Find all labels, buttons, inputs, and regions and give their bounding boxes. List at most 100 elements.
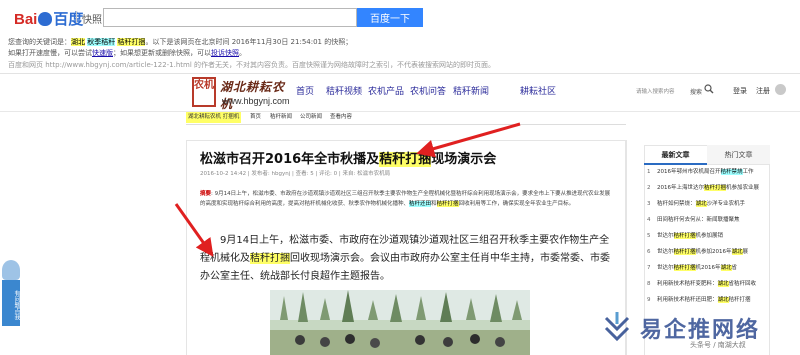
baidu-logo-suffix: 百度 xyxy=(53,11,84,28)
item-keyword: 秸秆禁烧 xyxy=(720,169,743,175)
title-text: 松滋市召开2016年全市秋播及 xyxy=(200,152,380,167)
item-text: 沙洋专业农机手 xyxy=(706,201,746,207)
item-text: 利用新技术秸秆变肥料： xyxy=(657,281,718,287)
item-number: 1 xyxy=(647,169,651,175)
baidu-search-button[interactable]: 百度一下 xyxy=(357,8,423,27)
breadcrumb-divider xyxy=(186,124,626,125)
body-keyword-highlight: 秸秆打捆 xyxy=(250,253,290,264)
header-divider xyxy=(76,11,77,23)
register-link[interactable]: 注册 xyxy=(756,86,770,96)
snapshot-notice-links: 如果打开速度慢，可以尝试快速版；如果想更新或删除快照，可以投诉快照。 xyxy=(8,48,246,58)
baidu-paw-icon xyxy=(38,12,53,26)
keyword-highlight: 秋季秸秆 xyxy=(87,38,116,46)
report-snapshot-link[interactable]: 投诉快照 xyxy=(211,49,239,57)
item-keyword: 秸秆打捆 xyxy=(673,249,696,255)
list-item[interactable]: 4 田间秸秆何去何从：新闻联播聚焦 xyxy=(647,215,769,226)
baidu-search-input[interactable] xyxy=(103,8,357,27)
nav-home[interactable]: 首页 xyxy=(296,84,314,97)
support-agent-icon xyxy=(2,260,20,280)
item-text: 机参加农业展 xyxy=(726,185,760,191)
item-text: 省 xyxy=(731,265,738,271)
breadcrumb-current: 查看内容 xyxy=(330,114,353,120)
title-keyword-highlight: 秸秆打捆 xyxy=(379,152,432,167)
item-text: 2016年上海世达尔 xyxy=(657,185,704,191)
item-text: 田间秸秆何去何从：新闻联播聚焦 xyxy=(657,217,740,223)
list-item[interactable]: 8 利用新技术秸秆变肥料：湖北省秸秆回收 xyxy=(647,279,769,290)
item-number: 5 xyxy=(647,233,651,239)
search-icon[interactable] xyxy=(704,84,714,94)
item-number: 3 xyxy=(647,201,651,207)
list-item[interactable]: 2 2016年上海世达尔秸秆打捆机参加农业展 xyxy=(647,183,769,194)
nav-machinery-qa[interactable]: 农机问答 xyxy=(410,84,446,97)
item-number: 2 xyxy=(647,185,651,191)
list-item[interactable]: 9 利用新技术秸秆还田肥：湖北秸秆打捆 xyxy=(647,295,769,306)
item-number: 8 xyxy=(647,281,651,287)
snapshot-notice-keywords: 您查询的关键词是：湖北 秋季秸秆 秸秆打捆。以下是该网页在北京时间 2016年1… xyxy=(8,37,352,47)
notice-text: 。 xyxy=(239,49,246,57)
breadcrumb-company-news[interactable]: 公司新闻 xyxy=(298,112,324,123)
list-item[interactable]: 3 秸秆如何禁烧：湖北沙洋专业农机手 xyxy=(647,199,769,210)
fast-version-link[interactable]: 快速版 xyxy=(92,49,113,57)
abstract-text: 和 xyxy=(431,201,437,207)
title-text: 现场演示会 xyxy=(431,152,497,167)
keyword-highlight: 秸秆打捆 xyxy=(117,38,146,46)
item-text: 利用新技术秸秆还田肥： xyxy=(657,297,718,303)
item-text: 2016年鄂州市农机局召开 xyxy=(657,169,721,175)
site-search-input[interactable]: 请输入搜索内容 xyxy=(636,87,675,95)
breadcrumb-site[interactable]: 湖北耕耘农机 打捆机 xyxy=(186,112,242,123)
nav-straw-video[interactable]: 秸秆视频 xyxy=(326,84,362,97)
keyword-highlight: 湖北 xyxy=(71,38,85,46)
tab-hot-articles[interactable]: 热门文章 xyxy=(707,145,770,165)
baidu-logo-text: Bai xyxy=(14,11,38,28)
item-keyword: 秸秆打捆 xyxy=(673,233,696,239)
breadcrumb-home[interactable]: 首页 xyxy=(248,112,263,123)
list-item[interactable]: 5 世达尔秸秆打捆机参加展销 xyxy=(647,231,769,242)
tab-latest-articles[interactable]: 最新文章 xyxy=(644,145,707,165)
item-text: 展 xyxy=(742,249,749,255)
item-number: 7 xyxy=(647,265,651,271)
item-text: 机参加展销 xyxy=(695,233,724,239)
site-name: 湖北耕耘农机 xyxy=(220,80,286,111)
item-keyword: 湖北 xyxy=(731,249,743,255)
site-logo[interactable]: 农机 湖北耕耘农机 www.hbgynj.com xyxy=(192,77,292,111)
help-float-button[interactable]: 有问题点我 xyxy=(2,260,20,326)
user-avatar-icon[interactable] xyxy=(775,84,786,95)
breadcrumb-straw-news[interactable]: 秸秆新闻 xyxy=(268,112,294,123)
snapshot-divider xyxy=(0,73,800,74)
item-keyword: 湖北 xyxy=(717,297,729,303)
notice-prefix: 您查询的关键词是： xyxy=(8,38,71,46)
site-search-button[interactable]: 搜索 xyxy=(690,87,702,96)
snapshot-label: 快照 xyxy=(82,15,102,26)
notice-text: 如果打开速度慢，可以尝试 xyxy=(8,49,92,57)
abstract-keyword: 秸秆打捆 xyxy=(436,201,459,207)
login-link[interactable]: 登录 xyxy=(733,86,747,96)
item-text: 工作 xyxy=(742,169,754,175)
abstract-label: 摘要 xyxy=(200,191,212,197)
site-url: www.hbgynj.com xyxy=(222,96,290,106)
article-abstract: 摘要: 9月14日上午，松滋市委、市政府在沙道观镇沙道观社区三组召开秋季主要农作… xyxy=(200,189,612,209)
item-number: 9 xyxy=(647,297,651,303)
nav-straw-news[interactable]: 秸秆新闻 xyxy=(453,84,489,97)
item-text: 世达尔 xyxy=(657,249,674,255)
snapshot-disclaimer: 百度和网页 http://www.hbgynj.com/article-122-… xyxy=(8,61,496,69)
notice-suffix: 。以下是该网页在北京时间 2016年11月30日 21:54:01 的快照； xyxy=(145,38,353,46)
nav-community[interactable]: 耕耘社区 xyxy=(520,84,556,97)
site-header-divider xyxy=(0,111,800,112)
watermark-subtext: 头条号 / 南湖大叔 xyxy=(690,341,746,349)
article-title: 松滋市召开2016年全市秋播及秸秆打捆现场演示会 xyxy=(200,148,496,167)
item-text: 秸秆打捆 xyxy=(728,297,751,303)
item-text: 省秸秆回收 xyxy=(728,281,757,287)
baidu-logo[interactable]: Bai 百度 xyxy=(14,8,83,29)
item-keyword: 湖北 xyxy=(717,281,729,287)
abstract-keyword: 秸秆还田 xyxy=(409,201,432,207)
list-item[interactable]: 1 2016年鄂州市农机局召开秸秆禁烧工作 xyxy=(647,167,769,178)
list-item[interactable]: 7 世达尔秸秆打捆机2016年湖北省 xyxy=(647,263,769,274)
article-body: 9月14日上午，松滋市委、市政府在沙道观镇沙道观社区三组召开秋季主要农作物生产全… xyxy=(200,232,610,286)
item-text: 世达尔 xyxy=(657,265,674,271)
list-item[interactable]: 6 世达尔秸秆打捆机参加2016年湖北展 xyxy=(647,247,769,258)
item-keyword: 秸秆打捆 xyxy=(704,185,727,191)
nav-machinery-products[interactable]: 农机产品 xyxy=(368,84,404,97)
watermark-logo-icon xyxy=(604,312,630,342)
item-text: 世达尔 xyxy=(657,233,674,239)
item-text: 秸秆如何禁烧： xyxy=(657,201,696,207)
